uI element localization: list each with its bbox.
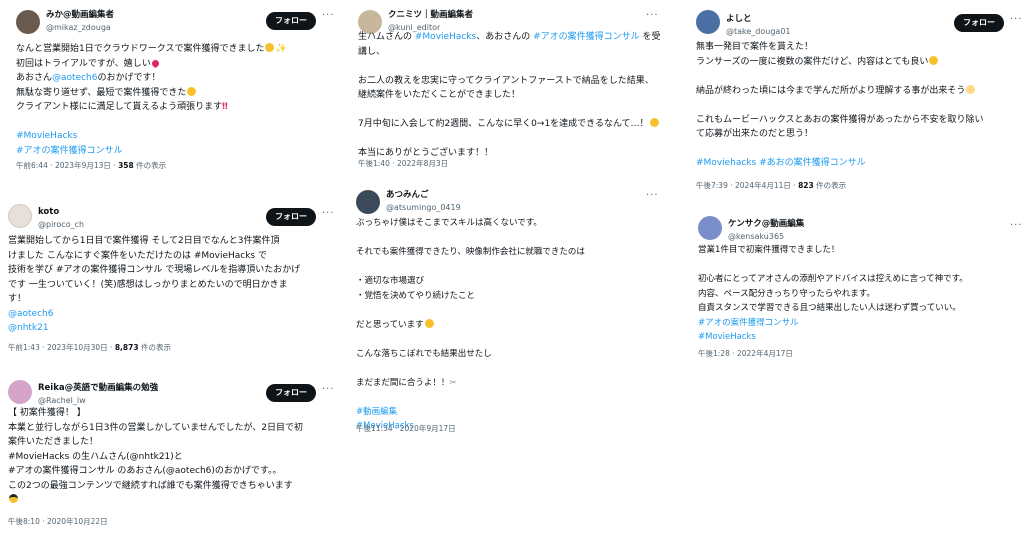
tweet-card: ケンサク@動画編集 @kensaku365 ··· 営業1件目で初案件獲得できま… [690, 208, 1022, 368]
avatar[interactable] [696, 10, 720, 34]
display-name[interactable]: よしと [726, 13, 791, 25]
tweet-header: みか@動画編集者 @mikaz_zdouga フォロー ··· [16, 8, 334, 38]
mention-link[interactable]: @aotech6 [52, 73, 97, 83]
follow-button[interactable]: フォロー [954, 14, 1004, 32]
hashtag-link[interactable]: #アオの案件獲得コンサル [16, 144, 332, 159]
double-exclamation-icon: ‼ [222, 102, 228, 112]
tweet-text: 【 初案件獲得！ 】 本業と並行しながら1日3件の営業しかしていませんでしたが、… [8, 406, 332, 508]
smiling-face-icon [424, 318, 434, 328]
tweet-card: クニミツ｜動画編集者 @kuni_editor ··· 生ハムさんの #Movi… [350, 2, 662, 174]
sparkles-icon: ✨ [275, 44, 287, 54]
more-options-icon[interactable]: ··· [322, 384, 335, 395]
tweet-text: ぶっちゃけ僕はそこまでスキルは高くないです。 それでも案件獲得できたり、映像制作… [356, 216, 656, 434]
avatar[interactable] [356, 190, 380, 214]
user-handle[interactable]: @piroco_ch [38, 219, 84, 231]
tweet-timestamp[interactable]: 午前6:44 · 2023年9月13日 · 358 件の表示 [16, 160, 166, 171]
smiling-face-icon [929, 55, 939, 65]
display-name[interactable]: あつみんご [386, 189, 461, 201]
tweet-header: Reika@英語で動画編集の勉強 @Rachel_iw フォロー ··· [8, 378, 334, 408]
more-options-icon[interactable]: ··· [1010, 14, 1023, 25]
relieved-face-icon [187, 86, 197, 96]
display-name[interactable]: クニミツ｜動画編集者 [388, 9, 473, 21]
display-name[interactable]: koto [38, 206, 84, 218]
display-name[interactable]: みか@動画編集者 [46, 9, 114, 21]
hashtag-link[interactable]: #Moviehacks #あおの案件獲得コンサル [696, 156, 1012, 171]
tweet-card: みか@動画編集者 @mikaz_zdouga フォロー ··· なんと営業開始1… [8, 2, 338, 174]
tweet-timestamp[interactable]: 午後8:10 · 2020年10月22日 [8, 516, 108, 527]
follow-button[interactable]: フォロー [266, 12, 316, 30]
tweet-text: 営業1件目で初案件獲得できました！ 初心者にとってアオさんの添削やアドバイスは控… [698, 244, 1014, 346]
crying-face-icon [649, 118, 659, 127]
tweet-text: なんと営業開始1日でクラウドワークスで案件獲得できました ✨ 初回はトライアルです… [16, 42, 332, 158]
hashtag-link[interactable]: #アオの案件獲得コンサル [533, 32, 640, 42]
tweet-text: 無事一発目で案件を貰えた！ ランサーズの一度に複数の案件だけど、内容はとても良い… [696, 40, 1012, 171]
lightbulb-icon [966, 84, 976, 94]
hashtag-link[interactable]: #MovieHacks [415, 32, 476, 42]
avatar[interactable] [698, 216, 722, 240]
sunglasses-face-icon [9, 494, 18, 503]
avatar[interactable] [16, 10, 40, 34]
mention-link[interactable]: @nhtk21 [8, 321, 332, 336]
hashtag-link[interactable]: #動画編集 [356, 405, 656, 420]
display-name[interactable]: Reika@英語で動画編集の勉強 [38, 382, 158, 394]
tweet-card: よしと @take_douga01 フォロー ··· 無事一発目で案件を貰えた！… [688, 2, 1022, 194]
tweet-text: 生ハムさんの #MovieHacks、あおさんの #アオの案件獲得コンサル を受… [358, 32, 661, 158]
more-options-icon[interactable]: ··· [322, 208, 335, 219]
tweet-timestamp[interactable]: 午前1:43 · 2023年10月30日 · 8,873 件の表示 [8, 342, 171, 353]
hashtag-link[interactable]: #MovieHacks [698, 331, 1014, 346]
tweet-timestamp[interactable]: 午後1:40 · 2022年8月3日 [358, 158, 448, 169]
tweet-text: 営業開始してから1日目で案件獲得 そして2日目でなんと3件案件頂 けました こん… [8, 234, 332, 336]
hashtag-link[interactable]: #アオの案件獲得コンサル [698, 317, 1014, 332]
more-options-icon[interactable]: ··· [322, 10, 335, 21]
user-handle[interactable]: @mikaz_zdouga [46, 22, 114, 34]
mention-link[interactable]: @aotech6 [8, 307, 332, 322]
tweet-header: koto @piroco_ch フォロー ··· [8, 202, 334, 232]
tweet-timestamp[interactable]: 午後1:28 · 2022年4月17日 [698, 348, 793, 359]
user-handle[interactable]: @take_douga01 [726, 26, 791, 38]
tweet-card: あつみんご @atsumingo_0419 ··· ぶっちゃけ僕はそこまでスキル… [348, 182, 662, 440]
tweet-card: koto @piroco_ch フォロー ··· 営業開始してから1日目で案件獲… [0, 196, 338, 356]
follow-button[interactable]: フォロー [266, 384, 316, 402]
user-handle[interactable]: @kensaku365 [728, 231, 804, 243]
scissors-icon: ✂ [449, 377, 457, 388]
more-options-icon[interactable]: ··· [1010, 220, 1023, 231]
avatar[interactable] [8, 204, 32, 228]
tweet-timestamp[interactable]: 午後7:39 · 2024年4月11日 · 823 件の表示 [696, 180, 846, 191]
tweet-header: あつみんご @atsumingo_0419 ··· [356, 188, 658, 218]
display-name[interactable]: ケンサク@動画編集 [728, 218, 804, 230]
tweet-header: ケンサク@動画編集 @kensaku365 ··· [698, 214, 1022, 244]
avatar[interactable] [8, 380, 32, 404]
more-options-icon[interactable]: ··· [646, 10, 659, 21]
tweet-timestamp[interactable]: 午後11:34 · 2020年9月17日 [356, 423, 456, 434]
more-options-icon[interactable]: ··· [646, 190, 659, 201]
user-handle[interactable]: @atsumingo_0419 [386, 202, 461, 214]
heart-icon [150, 58, 161, 68]
tweet-header: よしと @take_douga01 フォロー ··· [696, 8, 1022, 38]
hashtag-link[interactable]: #MovieHacks [16, 129, 332, 144]
grinning-face-icon [265, 43, 275, 52]
follow-button[interactable]: フォロー [266, 208, 316, 226]
tweet-card: Reika@英語で動画編集の勉強 @Rachel_iw フォロー ··· 【 初… [0, 372, 338, 532]
